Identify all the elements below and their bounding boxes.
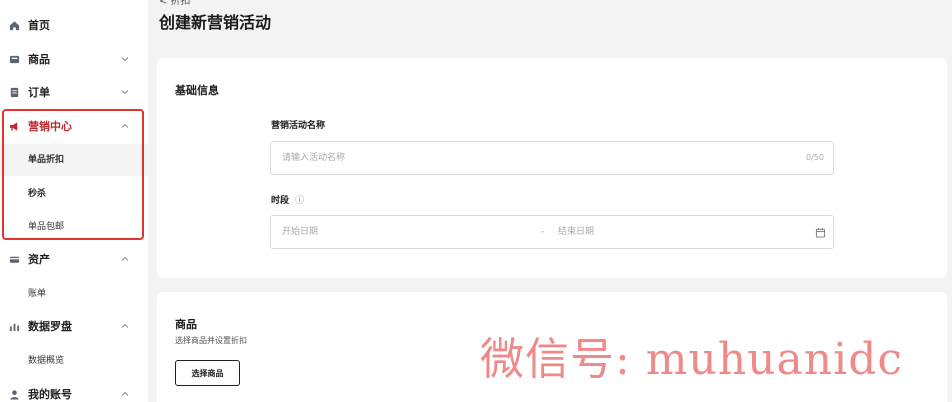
home-icon <box>9 21 20 31</box>
sidebar-item-home[interactable]: 首页 <box>0 9 148 42</box>
sidebar-item-label: 首页 <box>28 19 50 32</box>
sidebar-item-products[interactable]: 商品 <box>0 43 148 76</box>
sidebar-subitem-label: 数据概览 <box>28 356 65 366</box>
section-subtitle: 选择商品并设置折扣 <box>175 336 247 345</box>
sidebar-item-label: 数据罗盘 <box>28 320 72 333</box>
basic-info-card: 基础信息 营销活动名称 请输入活动名称 0/50 时段 ⓘ 开始日期 - 结束日… <box>157 58 947 278</box>
sidebar-item-assets[interactable]: 资产 <box>0 243 148 276</box>
order-icon <box>10 87 19 98</box>
sidebar-item-data-compass[interactable]: 数据罗盘 <box>0 310 148 343</box>
chevron-down-icon[interactable] <box>120 54 130 64</box>
char-counter: 0/50 <box>806 153 824 162</box>
sidebar-subitem-data-overview[interactable]: 数据概览 <box>0 345 148 377</box>
chevron-up-icon[interactable] <box>120 389 130 399</box>
date-range-picker[interactable]: 开始日期 - 结束日期 <box>270 215 834 249</box>
sidebar-subitem-label: 账单 <box>28 289 47 299</box>
chevron-up-icon[interactable] <box>120 254 130 264</box>
period-label: 时段 ⓘ <box>271 195 304 207</box>
sidebar: 首页 商品 订单 营销中心 单品折扣 秒杀 单品包邮 资产 账单 数据罗盘 数据… <box>0 0 148 402</box>
section-title: 基础信息 <box>175 84 219 97</box>
select-products-button[interactable]: 选择商品 <box>175 360 240 386</box>
sidebar-subitem-free-shipping[interactable]: 单品包邮 <box>0 211 148 243</box>
product-icon <box>9 55 20 64</box>
sidebar-subitem-bills[interactable]: 账单 <box>0 278 148 310</box>
card-icon <box>9 256 20 263</box>
sidebar-item-marketing[interactable]: 营销中心 <box>0 110 148 143</box>
period-label-text: 时段 <box>271 196 290 206</box>
sidebar-item-label: 订单 <box>28 86 50 99</box>
sidebar-item-label: 商品 <box>28 53 50 66</box>
section-title: 商品 <box>175 318 197 331</box>
sidebar-item-label: 我的账号 <box>28 388 72 401</box>
calendar-icon[interactable] <box>815 227 826 238</box>
sidebar-item-my-account[interactable]: 我的账号 <box>0 378 148 402</box>
sidebar-item-label: 资产 <box>28 253 50 266</box>
campaign-name-label: 营销活动名称 <box>271 121 326 131</box>
date-range-separator: - <box>541 227 545 237</box>
start-date-input[interactable]: 开始日期 <box>282 226 318 238</box>
chevron-up-icon[interactable] <box>120 321 130 331</box>
sidebar-subitem-single-discount[interactable]: 单品折扣 <box>0 144 148 176</box>
chart-icon <box>9 323 20 332</box>
info-icon[interactable]: ⓘ <box>295 196 304 206</box>
megaphone-icon <box>9 122 18 131</box>
end-date-input[interactable]: 结束日期 <box>558 226 594 238</box>
campaign-name-placeholder: 请输入活动名称 <box>282 153 346 163</box>
sidebar-subitem-flash-sale[interactable]: 秒杀 <box>0 178 148 210</box>
user-icon <box>10 390 19 400</box>
sidebar-item-orders[interactable]: 订单 <box>0 76 148 109</box>
chevron-down-icon[interactable] <box>120 87 130 97</box>
back-link[interactable]: < 折扣 <box>159 0 191 8</box>
sidebar-item-label: 营销中心 <box>28 120 72 133</box>
watermark-text: 微信号: muhuanidc <box>480 334 903 385</box>
sidebar-subitem-label: 单品折扣 <box>28 155 65 165</box>
chevron-up-icon[interactable] <box>120 121 130 131</box>
sidebar-subitem-label: 秒杀 <box>28 189 47 199</box>
sidebar-subitem-label: 单品包邮 <box>28 222 65 232</box>
page-title: 创建新营销活动 <box>159 13 272 32</box>
campaign-name-input[interactable]: 请输入活动名称 0/50 <box>270 141 834 175</box>
